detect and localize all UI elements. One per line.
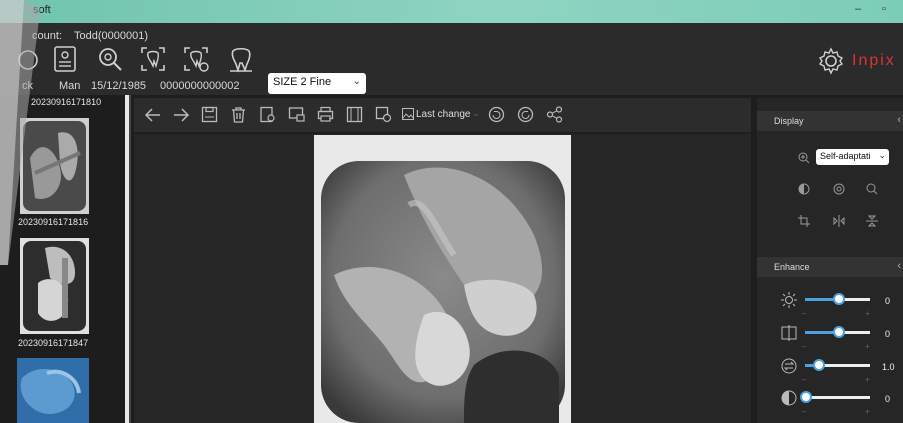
forward-arrow-icon[interactable] [172,107,190,123]
slider-max-mark: + [865,309,870,318]
image-edit-icon[interactable] [375,106,392,123]
sharpen-icon [781,390,797,406]
gamma-slider[interactable] [805,359,870,371]
patient-id: 0000000000002 [160,80,240,92]
back-arrow-icon[interactable] [144,107,162,123]
gear-icon[interactable] [817,47,845,75]
patient-birthdate: 15/12/1985 [91,80,147,92]
contrast-icon [781,325,797,341]
slider-max-mark: + [865,407,870,416]
divider [129,95,131,423]
chevron-down-icon: ⌄ [352,76,361,87]
gamma-icon [781,358,797,374]
maximize-button[interactable]: ▫ [882,3,886,15]
import-icon[interactable] [288,106,305,123]
share-icon[interactable] [546,106,563,123]
save-icon[interactable] [201,106,218,123]
layout-icon[interactable] [346,106,363,123]
slider-max-mark: + [865,375,870,384]
image-toolbar: Last change ⌄ [134,98,751,132]
scan-tooth-icon[interactable] [139,45,167,73]
collapse-icon[interactable]: ‹ [897,114,901,126]
sharpen-slider[interactable] [800,391,870,403]
sharpen-value: 0 [885,394,891,404]
invert-icon[interactable] [798,183,810,195]
size-select-value: SIZE 2 Fine [273,76,332,88]
gamma-value: 1.0 [882,362,895,372]
title-bar: soft – ▫ [0,0,903,23]
zoom-icon[interactable] [866,183,878,195]
xray-image[interactable] [314,135,571,423]
image-icon [402,108,414,120]
account-value: Todd(0000001) [74,30,149,42]
size-select[interactable]: SIZE 2 Fine ⌄ [268,73,366,94]
display-panel-header[interactable]: Display ‹ [757,111,903,131]
slider-max-mark: + [865,342,870,351]
rotate-right-icon[interactable] [517,106,534,123]
slider-knob[interactable] [833,293,845,305]
fit-mode-value: Self-adaptati [820,151,871,161]
right-panel: Display ‹ Enhance ‹ 0 – + 0 – + 1.0 – + [757,98,903,423]
enhance-panel-title: Enhance [774,262,810,272]
brand-logo: Inpix [852,52,896,69]
collapse-icon[interactable]: ‹ [897,260,901,272]
last-change-button[interactable]: Last change [416,109,471,120]
search-icon[interactable] [96,45,124,73]
brightness-icon [781,292,797,308]
rotate-left-icon[interactable] [488,106,505,123]
print-icon[interactable] [317,106,334,123]
thumbnail-label: 20230916171810 [31,97,102,107]
slider-min-mark: – [802,375,807,384]
app-header: count: Todd(0000001) SIZE 2 Fine ⌄ Inpix… [0,23,903,95]
tooth-icon[interactable] [227,45,255,73]
minimize-button[interactable]: – [855,3,861,15]
brightness-slider[interactable] [805,293,870,305]
chevron-down-icon: ⌄ [878,150,886,160]
patient-gender: Man [59,80,81,92]
slider-knob[interactable] [833,326,845,338]
target-icon[interactable] [833,183,845,195]
flip-horizontal-icon[interactable] [833,215,845,227]
contrast-value: 0 [885,329,891,339]
slider-min-mark: – [802,342,807,351]
chevron-down-icon[interactable]: ⌄ [472,108,480,119]
fit-mode-select[interactable]: Self-adaptati ⌄ [816,149,889,165]
display-panel-title: Display [774,116,804,126]
slider-min-mark: – [802,407,807,416]
delete-icon[interactable] [230,106,247,123]
brightness-value: 0 [885,296,891,306]
zoom-in-icon [798,152,810,164]
contrast-slider[interactable] [805,326,870,338]
slider-knob[interactable] [800,391,812,403]
export-icon[interactable] [259,106,276,123]
crop-icon[interactable] [798,215,810,227]
slider-knob[interactable] [813,359,825,371]
photo-edge-overlay [0,0,40,265]
enhance-panel-header[interactable]: Enhance ‹ [757,257,903,277]
scan-tooth-settings-icon[interactable] [182,45,210,73]
slider-min-mark: – [802,309,807,318]
patient-card-icon[interactable] [51,45,79,73]
flip-vertical-icon[interactable] [866,215,878,227]
